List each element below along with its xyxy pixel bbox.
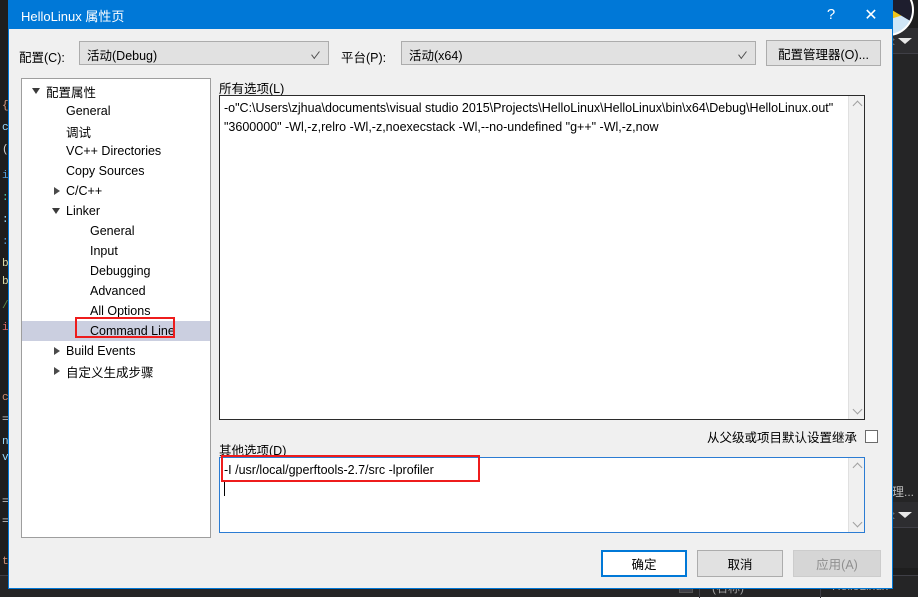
chevron-down-icon xyxy=(738,47,747,60)
tree-item-vcpp-directories[interactable]: VC++ Directories xyxy=(22,141,210,161)
tree-item-label: All Options xyxy=(90,304,151,318)
inherit-checkbox[interactable] xyxy=(865,430,878,443)
chevron-down-icon xyxy=(311,47,320,60)
platform-label: 平台(P): xyxy=(341,51,387,65)
tree-item-linker-general[interactable]: General xyxy=(22,221,210,241)
tree-item-configuration-properties[interactable]: 配置属性 xyxy=(22,81,210,101)
tree-item-label: General xyxy=(90,224,135,238)
tree-item-debug[interactable]: 调试 xyxy=(22,121,210,141)
scroll-up-icon[interactable] xyxy=(849,96,865,113)
tree-item-label: General xyxy=(66,104,111,118)
tree-item-label: Build Events xyxy=(66,344,136,358)
platform-value: 活动(x64) xyxy=(409,49,463,63)
all-options-scrollbar[interactable] xyxy=(848,96,864,419)
tree-item-linker-advanced[interactable]: Advanced xyxy=(22,281,210,301)
configuration-value: 活动(Debug) xyxy=(87,49,158,63)
ok-button[interactable]: 确定 xyxy=(601,550,687,577)
tree-item-label: 自定义生成步骤 xyxy=(66,365,154,380)
tree-item-label: 调试 xyxy=(66,125,92,140)
scroll-up-icon[interactable] xyxy=(849,458,865,475)
collapsed-arrow-icon[interactable] xyxy=(54,367,60,375)
chevron-down-icon[interactable] xyxy=(898,512,912,518)
tree-item-label: Input xyxy=(90,244,118,258)
property-pages-dialog: HelloLinux 属性页 ? ✕ 配置(C): 活动(Debug) 平台(P… xyxy=(8,0,893,589)
tree-item-linker-debugging[interactable]: Debugging xyxy=(22,261,210,281)
tree-item-copy-sources[interactable]: Copy Sources xyxy=(22,161,210,181)
tree-item-linker-command-line[interactable]: Command Line xyxy=(22,321,210,341)
tree-item-label: Advanced xyxy=(90,284,146,298)
all-options-textarea[interactable]: -o"C:\Users\zjhua\documents\visual studi… xyxy=(219,95,865,420)
tree-item-custom-build-step[interactable]: 自定义生成步骤 xyxy=(22,361,210,381)
tree-item-build-events[interactable]: Build Events xyxy=(22,341,210,361)
close-button[interactable]: ✕ xyxy=(852,0,890,29)
additional-options-scrollbar[interactable] xyxy=(848,458,864,532)
property-tree[interactable]: 配置属性 General 调试 VC++ Directories Copy So… xyxy=(21,78,211,538)
configuration-manager-button[interactable]: 配置管理器(O)... xyxy=(766,40,881,66)
tree-item-label: C/C++ xyxy=(66,184,103,198)
dialog-title: HelloLinux 属性页 xyxy=(21,9,125,24)
dialog-title-bar: HelloLinux 属性页 ? ✕ xyxy=(9,0,892,29)
configuration-label: 配置(C): xyxy=(19,51,65,65)
tree-item-label: Command Line xyxy=(90,324,175,338)
scroll-down-icon[interactable] xyxy=(849,515,865,532)
all-options-value: -o"C:\Users\zjhua\documents\visual studi… xyxy=(224,101,837,134)
platform-combo[interactable]: 活动(x64) xyxy=(401,41,756,65)
text-caret xyxy=(224,480,225,496)
tree-item-label: Debugging xyxy=(90,264,151,278)
tree-item-linker-all-options[interactable]: All Options xyxy=(22,301,210,321)
cancel-button[interactable]: 取消 xyxy=(697,550,783,577)
apply-button: 应用(A) xyxy=(793,550,881,577)
tree-item-linker-input[interactable]: Input xyxy=(22,241,210,261)
inherit-label: 从父级或项目默认设置继承 xyxy=(706,431,857,445)
expanded-arrow-icon[interactable] xyxy=(52,208,60,214)
additional-options-textarea[interactable]: -I /usr/local/gperftools-2.7/src -lprofi… xyxy=(219,457,865,533)
scroll-down-icon[interactable] xyxy=(849,402,865,419)
configuration-combo[interactable]: 活动(Debug) xyxy=(79,41,329,65)
collapsed-arrow-icon[interactable] xyxy=(54,187,60,195)
tree-item-label: Copy Sources xyxy=(66,164,145,178)
tree-item-label: 配置属性 xyxy=(46,85,97,100)
additional-options-value: -I /usr/local/gperftools-2.7/src -lprofi… xyxy=(224,463,434,477)
collapsed-arrow-icon[interactable] xyxy=(54,347,60,355)
help-button[interactable]: ? xyxy=(812,0,850,29)
tree-item-label: Linker xyxy=(66,204,101,218)
chevron-down-icon[interactable] xyxy=(898,38,912,44)
tree-item-c-cpp[interactable]: C/C++ xyxy=(22,181,210,201)
tree-item-linker[interactable]: Linker xyxy=(22,201,210,221)
inherit-from-parent-row[interactable]: 从父级或项目默认设置继承 xyxy=(707,427,878,446)
expanded-arrow-icon[interactable] xyxy=(32,88,40,94)
tree-item-label: VC++ Directories xyxy=(66,144,162,158)
tree-item-general[interactable]: General xyxy=(22,101,210,121)
